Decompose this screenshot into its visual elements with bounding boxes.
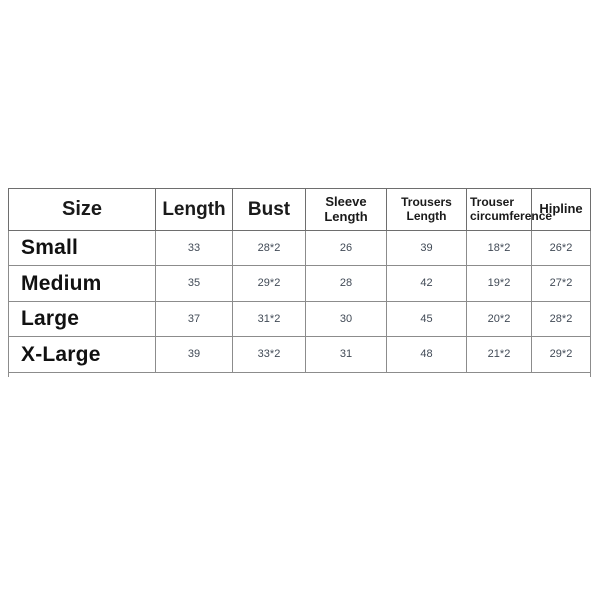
column-header-label: Length xyxy=(162,198,226,220)
measurement-value: 18*2 xyxy=(487,241,511,254)
column-header-hipline: Hipline xyxy=(531,188,591,231)
measurement-value: 27*2 xyxy=(549,277,573,290)
cell-sleeve_length: 31 xyxy=(305,336,387,373)
measurement-value: 26 xyxy=(339,241,353,254)
cell-bust: 28*2 xyxy=(232,230,306,266)
cell-sleeve_length: 28 xyxy=(305,265,387,302)
column-header-label: Trouser circumference xyxy=(470,195,553,223)
table-bottom-strip-cell xyxy=(305,372,387,377)
cell-trousers_length: 42 xyxy=(386,265,467,302)
cell-hipline: 26*2 xyxy=(531,230,591,266)
cell-trouser_circumference: 19*2 xyxy=(466,265,532,302)
table-bottom-strip-cell xyxy=(386,372,467,377)
column-header-length: Length xyxy=(155,188,233,231)
table-row: Large 37 31*2 30 45 20*2 28*2 xyxy=(8,301,591,337)
cell-length: 35 xyxy=(155,265,233,302)
cell-length: 39 xyxy=(155,336,233,373)
size-label: Small xyxy=(21,236,79,260)
cell-bust: 31*2 xyxy=(232,301,306,337)
measurement-value: 37 xyxy=(187,312,201,325)
measurement-value: 33 xyxy=(187,241,201,254)
measurement-value: 28*2 xyxy=(257,241,281,254)
cell-hipline: 27*2 xyxy=(531,265,591,302)
cell-sleeve_length: 26 xyxy=(305,230,387,266)
measurement-value: 26*2 xyxy=(549,241,573,254)
measurement-value: 29*2 xyxy=(549,348,573,361)
measurement-value: 42 xyxy=(420,277,433,290)
cell-sleeve_length: 30 xyxy=(305,301,387,337)
measurement-value: 39 xyxy=(420,241,433,254)
measurement-value: 48 xyxy=(420,348,433,361)
measurement-value: 30 xyxy=(339,312,353,325)
column-header-label: Size xyxy=(61,198,103,221)
measurement-value: 28 xyxy=(339,277,353,290)
table-bottom-strip-cell xyxy=(466,372,532,377)
measurement-value: 21*2 xyxy=(487,348,511,361)
table-row: Medium 35 29*2 28 42 19*2 27*2 xyxy=(8,265,591,302)
cell-hipline: 28*2 xyxy=(531,301,591,337)
cell-hipline: 29*2 xyxy=(531,336,591,373)
table-header-row: Size Length Bust Sleeve Length Trousers Leng… xyxy=(8,188,591,231)
cell-trousers_length: 48 xyxy=(386,336,467,373)
table-row: X-Large 39 33*2 31 48 21*2 29*2 xyxy=(8,336,591,373)
column-header-bust: Bust xyxy=(232,188,306,231)
cell-trouser_circumference: 21*2 xyxy=(466,336,532,373)
measurement-value: 31 xyxy=(339,348,353,361)
column-header-label: Hipline xyxy=(539,201,583,217)
column-header-label: Bust xyxy=(247,198,291,220)
table-bottom-strip-cell xyxy=(8,372,156,377)
size-chart-table: Size Length Bust Sleeve Length Trousers Leng… xyxy=(8,188,591,377)
column-header-label: Trousers Length xyxy=(401,195,452,223)
cell-size: Large xyxy=(8,301,156,337)
cell-size: Medium xyxy=(8,265,156,302)
table-row: Small 33 28*2 26 39 18*2 26*2 xyxy=(8,230,591,266)
column-header-label: Sleeve Length xyxy=(324,193,368,224)
cell-size: X-Large xyxy=(8,336,156,373)
size-chart-container: Size Length Bust Sleeve Length Trousers Leng… xyxy=(8,188,591,377)
measurement-value: 20*2 xyxy=(487,312,511,325)
cell-trouser_circumference: 18*2 xyxy=(466,230,532,266)
measurement-value: 31*2 xyxy=(257,312,281,325)
measurement-value: 28*2 xyxy=(549,312,573,325)
measurement-value: 29*2 xyxy=(257,277,281,290)
measurement-value: 33*2 xyxy=(257,348,281,361)
size-label: X-Large xyxy=(21,342,101,366)
size-label: Large xyxy=(21,307,80,331)
cell-trousers_length: 39 xyxy=(386,230,467,266)
size-label: Medium xyxy=(21,271,102,295)
measurement-value: 35 xyxy=(187,277,201,290)
cell-length: 37 xyxy=(155,301,233,337)
measurement-value: 39 xyxy=(187,348,201,361)
table-bottom-strip-cell xyxy=(531,372,591,377)
cell-trouser_circumference: 20*2 xyxy=(466,301,532,337)
column-header-size: Size xyxy=(8,188,156,231)
measurement-value: 19*2 xyxy=(487,277,511,290)
column-header-sleeve_length: Sleeve Length xyxy=(305,188,387,231)
table-bottom-strip xyxy=(8,372,591,377)
column-header-trouser_circumference: Trouser circumference xyxy=(466,188,553,231)
measurement-value: 45 xyxy=(420,312,433,325)
cell-trousers_length: 45 xyxy=(386,301,467,337)
table-bottom-strip-cell xyxy=(232,372,306,377)
cell-bust: 29*2 xyxy=(232,265,306,302)
table-bottom-strip-cell xyxy=(155,372,233,377)
cell-size: Small xyxy=(8,230,156,266)
column-header-trousers_length: Trousers Length xyxy=(386,188,467,231)
cell-length: 33 xyxy=(155,230,233,266)
cell-bust: 33*2 xyxy=(232,336,306,373)
